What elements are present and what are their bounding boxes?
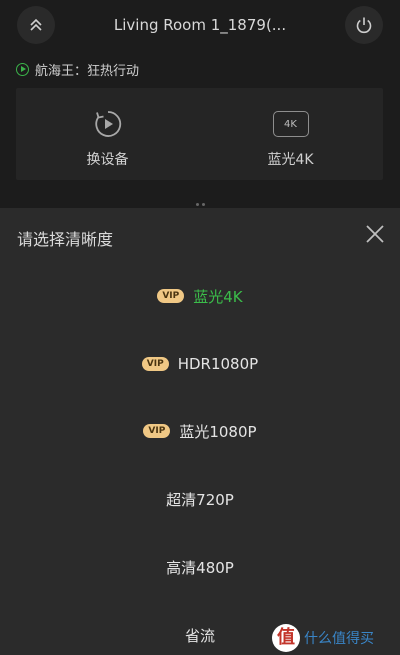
resolution-4k-icon: 4K <box>272 106 309 142</box>
device-title: Living Room 1_1879(... <box>113 16 287 34</box>
switch-device-label: 换设备 <box>86 152 129 168</box>
vip-badge: VIP <box>143 424 171 438</box>
option-label: 省流 <box>184 626 215 645</box>
action-panel: 换设备 4K 蓝光4K <box>16 88 383 180</box>
power-button[interactable] <box>345 6 383 44</box>
resolution-option-720p[interactable]: 超清720P <box>0 479 400 519</box>
power-icon <box>356 17 372 34</box>
switch-device-icon <box>93 106 123 142</box>
option-label: HDR1080P <box>177 355 259 373</box>
resolution-label: 蓝光4K <box>267 152 314 168</box>
switch-device-button[interactable]: 换设备 <box>16 88 199 180</box>
resolution-sheet: 请选择清晰度 VIP 蓝光4K VIP HDR1080P VIP 蓝光1080P… <box>0 208 400 655</box>
watermark-text: 什么值得买 <box>304 631 374 647</box>
now-playing[interactable]: 航海王：狂热行动 <box>16 60 140 79</box>
close-icon[interactable] <box>365 224 385 244</box>
resolution-button[interactable]: 4K 蓝光4K <box>199 88 382 180</box>
now-playing-title: 航海王：狂热行动 <box>35 63 140 79</box>
vip-badge: VIP <box>141 357 169 371</box>
resolution-option-4k[interactable]: VIP 蓝光4K <box>0 276 400 316</box>
collapse-button[interactable] <box>17 6 55 44</box>
play-icon <box>16 62 29 76</box>
option-label: 高清480P <box>166 558 234 577</box>
top-bar: Living Room 1_1879(... <box>0 0 400 52</box>
resolution-option-480p[interactable]: 高清480P <box>0 547 400 587</box>
resolution-option-hdr1080p[interactable]: VIP HDR1080P <box>0 344 400 384</box>
watermark-logo: 值 <box>272 624 300 652</box>
sheet-title: 请选择清晰度 <box>17 230 114 249</box>
vip-badge: VIP <box>157 289 185 303</box>
option-label: 蓝光4K <box>193 287 243 306</box>
chevron-up-double-icon <box>30 18 42 31</box>
option-label: 超清720P <box>166 490 234 509</box>
option-label: 蓝光1080P <box>179 422 257 441</box>
resolution-option-1080p[interactable]: VIP 蓝光1080P <box>0 411 400 451</box>
